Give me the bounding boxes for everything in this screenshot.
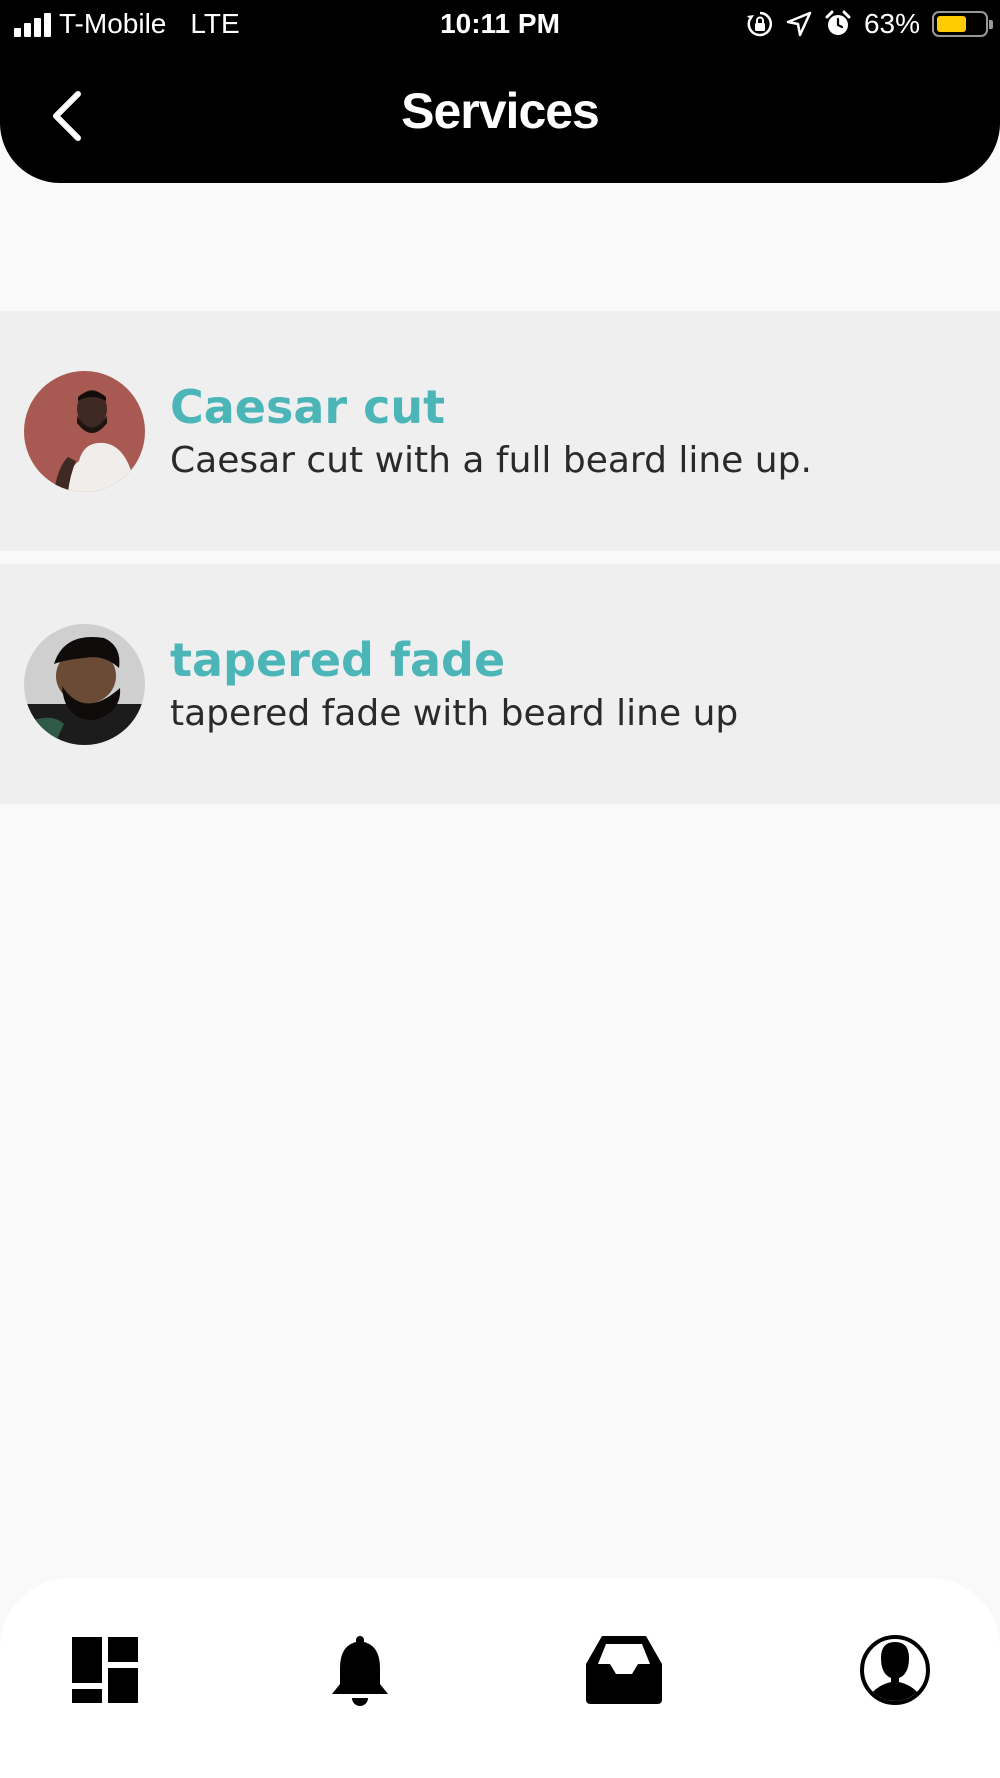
page-title: Services [401, 83, 600, 139]
service-name: tapered fade [170, 633, 506, 687]
dashboard-icon [72, 1637, 138, 1703]
battery-percent: 63% [863, 8, 920, 39]
status-right: 63% [746, 8, 993, 40]
service-description: Caesar cut with a full beard line up. [170, 440, 812, 481]
profile-icon [860, 1635, 930, 1705]
tab-bar [0, 1578, 1000, 1778]
tab-notifications[interactable] [320, 1630, 400, 1710]
service-name: Caesar cut [170, 380, 446, 434]
inbox-icon [586, 1636, 662, 1704]
battery-icon [932, 11, 993, 37]
avatar [24, 371, 145, 492]
alarm-icon [825, 10, 851, 35]
avatar [24, 624, 145, 745]
tab-profile[interactable] [855, 1630, 935, 1710]
tab-dashboard[interactable] [65, 1630, 145, 1710]
tab-inbox[interactable] [584, 1630, 664, 1710]
battery-fill [937, 16, 966, 32]
battery-nub [989, 20, 993, 29]
bell-icon [332, 1636, 388, 1706]
services-list: Caesar cut Caesar cut with a full beard … [0, 311, 1000, 817]
service-item-tapered-fade[interactable]: tapered fade tapered fade with beard lin… [0, 564, 1000, 804]
service-description: tapered fade with beard line up [170, 693, 739, 734]
header-bar: T-Mobile LTE 10:11 PM 63% Services [0, 0, 1000, 183]
orientation-lock-icon [746, 11, 772, 37]
location-icon [786, 11, 812, 37]
status-bar: T-Mobile LTE 10:11 PM 63% [0, 0, 1000, 50]
service-item-caesar-cut[interactable]: Caesar cut Caesar cut with a full beard … [0, 311, 1000, 551]
